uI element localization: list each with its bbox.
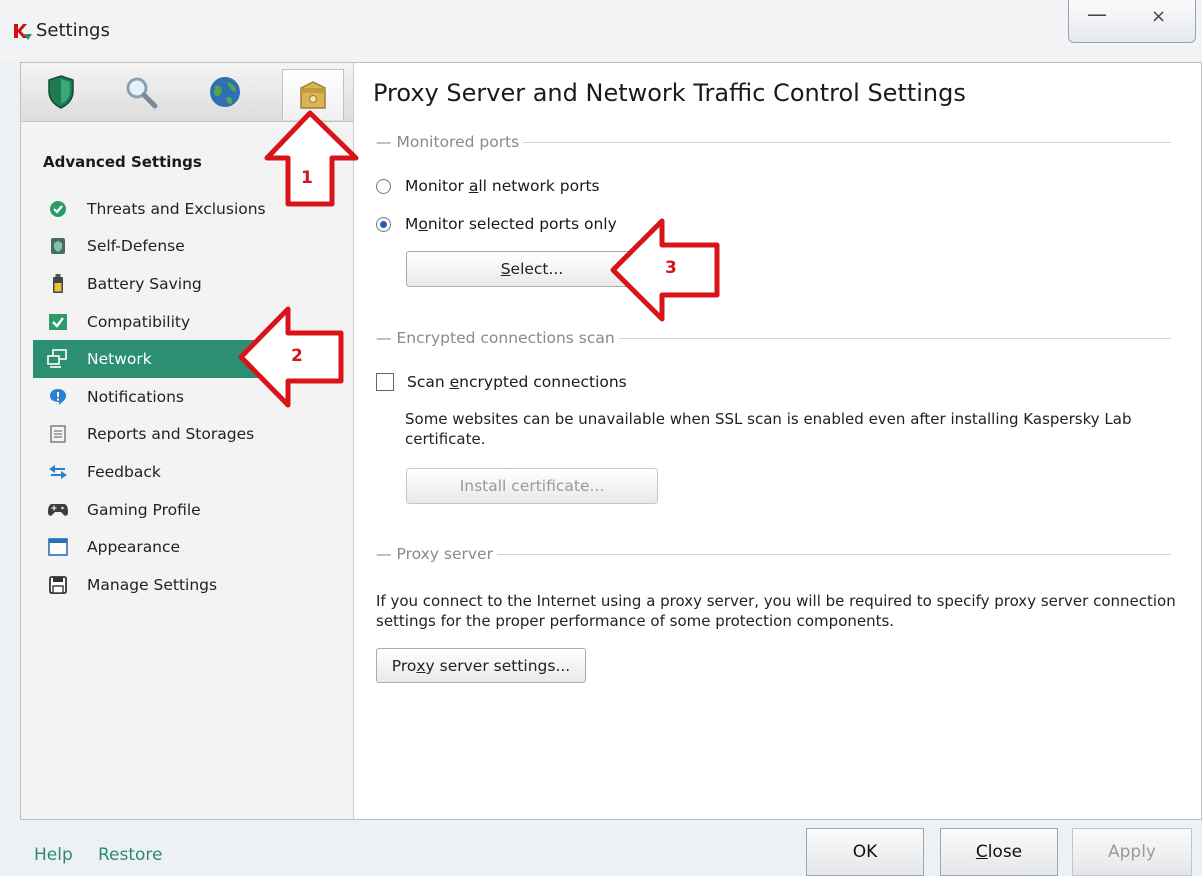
radio-button-checked[interactable] [376, 216, 391, 232]
window-title: Settings [36, 20, 110, 41]
monitor-selected-ports-radio[interactable]: Monitor selected ports only [376, 215, 617, 233]
settings-frame: Advanced Settings Threats and Exclusions… [20, 62, 1202, 820]
ssl-warning-note: Some websites can be unavailable when SS… [405, 410, 1132, 448]
apply-button[interactable]: Apply [1072, 828, 1192, 876]
scan-tab[interactable] [119, 71, 163, 113]
sidebar-item-label: Network [87, 350, 152, 369]
sidebar-item-gaming-profile[interactable]: Gaming Profile [33, 491, 341, 529]
monitor-all-ports-radio[interactable]: Monitor all network ports [376, 177, 600, 195]
proxy-server-header: — Proxy server [376, 545, 1171, 563]
sidebar-item-label: Appearance [87, 538, 181, 557]
sidebar-item-label: Gaming Profile [87, 500, 201, 519]
radio-button[interactable] [376, 178, 391, 194]
advanced-settings-heading: Advanced Settings [43, 153, 202, 171]
kaspersky-logo-icon [14, 24, 32, 40]
sidebar-item-threats-and-exclusions[interactable]: Threats and Exclusions [33, 190, 341, 228]
checkmark-circle-icon [47, 199, 69, 219]
install-certificate-button[interactable]: Install certificate... [406, 468, 658, 504]
check-box-icon [47, 312, 69, 332]
protection-tab[interactable] [39, 71, 83, 113]
select-ports-button[interactable]: Select... [406, 251, 658, 287]
close-button[interactable]: Close [940, 828, 1058, 876]
sidebar-item-label: Threats and Exclusions [87, 199, 266, 218]
sidebar-item-battery-saving[interactable]: Battery Saving [33, 265, 341, 303]
floppy-icon [47, 575, 69, 595]
report-icon [47, 424, 69, 444]
proxy-server-settings-button[interactable]: Pro x y server settings... [376, 648, 586, 683]
title-bar: Settings — × [0, 0, 1202, 62]
proxy-note: If you connect to the Internet using a p… [376, 592, 1176, 630]
monitor-selected-ports-label: Monitor selected ports only [405, 215, 617, 233]
scan-encrypted-checkbox[interactable]: Scan encrypted connections [376, 373, 627, 391]
sidebar-item-compatibility[interactable]: Compatibility [33, 303, 341, 341]
shield-small-icon [47, 236, 69, 256]
sidebar-item-label: Battery Saving [87, 274, 202, 293]
magnifier-icon [126, 77, 158, 109]
annotation-label-2: 2 [291, 346, 303, 366]
sidebar-item-label: Feedback [87, 462, 161, 481]
sidebar-item-label: Notifications [87, 387, 185, 406]
annotation-label-3: 3 [665, 258, 677, 278]
sidebar-item-appearance[interactable]: Appearance [33, 528, 341, 566]
battery-icon [47, 273, 69, 294]
shield-icon [48, 75, 74, 109]
encrypted-scan-label: Encrypted connections scan [396, 329, 615, 347]
category-toolbar [21, 63, 353, 122]
monitored-ports-label: Monitored ports [396, 133, 520, 151]
restore-link[interactable]: Restore [98, 845, 163, 865]
sidebar-item-manage-settings[interactable]: Manage Settings [33, 566, 341, 604]
sidebar-item-label: Reports and Storages [87, 425, 255, 444]
sidebar-item-reports-and-storages[interactable]: Reports and Storages [33, 416, 341, 454]
toolbox-icon [300, 81, 326, 109]
page-title: Proxy Server and Network Traffic Control… [373, 79, 966, 107]
encrypted-scan-header: — Encrypted connections scan [376, 329, 1171, 347]
minimize-button[interactable]: — [1087, 2, 1107, 26]
settings-nav: Threats and Exclusions Self-Defense Batt… [33, 190, 341, 604]
sidebar-item-feedback[interactable]: Feedback [33, 453, 341, 491]
sidebar-item-notifications[interactable]: Notifications [33, 378, 341, 416]
sidebar-item-label: Manage Settings [87, 575, 218, 594]
window-controls: — × [1068, 0, 1196, 43]
content-pane: Proxy Server and Network Traffic Control… [354, 63, 1201, 819]
monitored-ports-header: — Monitored ports [376, 133, 1171, 151]
proxy-server-label: Proxy server [396, 545, 493, 563]
gamepad-icon [47, 500, 69, 520]
globe-icon [210, 77, 240, 107]
notification-icon [47, 387, 69, 407]
scan-encrypted-label: Scan encrypted connections [407, 373, 627, 391]
ok-button[interactable]: OK [806, 828, 924, 876]
sidebar-item-self-defense[interactable]: Self-Defense [33, 228, 341, 266]
annotation-label-1: 1 [301, 168, 313, 188]
update-tab[interactable] [203, 71, 247, 113]
close-window-button[interactable]: × [1151, 6, 1166, 27]
network-icon [47, 349, 69, 369]
checkbox[interactable] [376, 373, 394, 391]
advanced-tab[interactable] [282, 69, 344, 120]
sidebar-item-label: Self-Defense [87, 237, 185, 256]
sidebar-item-label: Compatibility [87, 312, 191, 331]
feedback-arrows-icon [47, 462, 69, 482]
window-icon [47, 537, 69, 557]
help-link[interactable]: Help [34, 845, 73, 865]
monitor-all-ports-label: Monitor all network ports [405, 177, 600, 195]
